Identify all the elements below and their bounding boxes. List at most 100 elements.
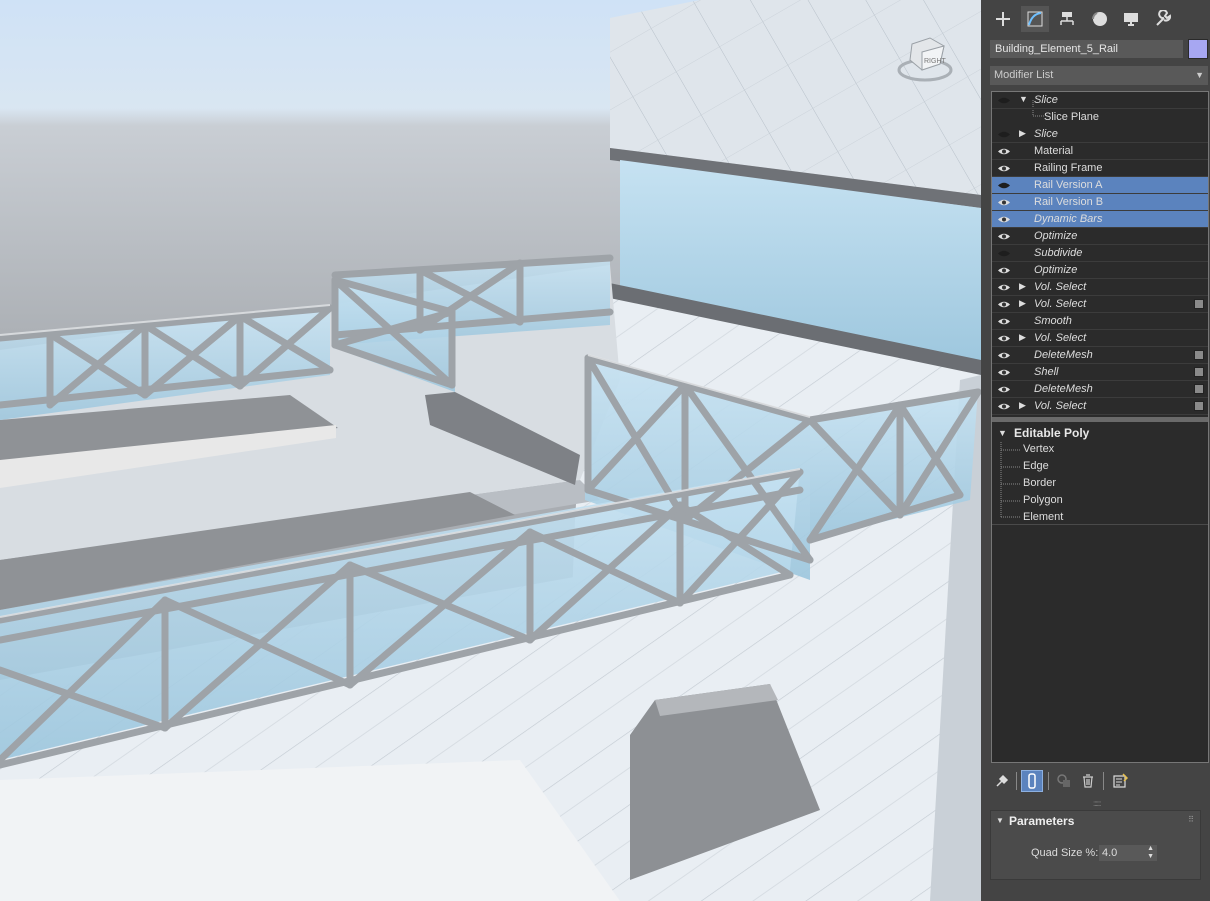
expand-open-icon[interactable]: ▼ — [998, 428, 1007, 438]
eye-off-icon[interactable] — [997, 249, 1011, 257]
eye-icon[interactable] — [997, 300, 1011, 308]
subobject-edge[interactable]: Edge — [1023, 460, 1049, 472]
modifier-row[interactable]: Rail Version A — [992, 177, 1208, 194]
modifier-row[interactable]: Dynamic Bars — [992, 211, 1208, 228]
trash-icon — [1083, 774, 1093, 788]
expand-open-icon[interactable]: ▼ — [1019, 94, 1028, 104]
modifier-row[interactable]: Shell — [992, 364, 1208, 381]
expand-closed-icon[interactable]: ▶ — [1019, 281, 1026, 292]
spinner-arrows-icon[interactable]: ▲ ▼ — [1147, 845, 1154, 861]
eye-icon[interactable] — [997, 385, 1011, 393]
modifier-label: Railing Frame — [1034, 162, 1103, 174]
eye-icon[interactable] — [997, 283, 1011, 291]
eye-icon[interactable] — [997, 164, 1011, 172]
expand-closed-icon[interactable]: ▶ — [1019, 400, 1026, 411]
modifier-row[interactable]: Optimize — [992, 262, 1208, 279]
modifier-row[interactable]: Smooth — [992, 313, 1208, 330]
eye-icon[interactable] — [997, 215, 1011, 223]
modifier-label: Material — [1034, 145, 1074, 157]
subobject-border[interactable]: Border — [1023, 477, 1056, 489]
modifier-row[interactable]: ▼ Slice — [992, 92, 1208, 109]
remove-modifier-button[interactable] — [1077, 770, 1099, 792]
viewcube-right-label: RIGHT — [924, 58, 947, 65]
eye-icon[interactable] — [997, 402, 1011, 410]
toolbar-separator — [1016, 772, 1017, 790]
modifier-row[interactable]: DeleteMesh — [992, 381, 1208, 398]
tab-utilities[interactable] — [1149, 6, 1177, 32]
eye-icon[interactable] — [997, 147, 1011, 155]
tab-hierarchy[interactable] — [1053, 6, 1081, 32]
quad-size-spinner[interactable]: 4.0 ▲ ▼ — [1099, 845, 1157, 861]
modifier-row[interactable]: Material — [992, 143, 1208, 160]
tab-modify[interactable] — [1021, 6, 1049, 32]
eye-icon[interactable] — [997, 266, 1011, 274]
tab-display[interactable] — [1117, 6, 1145, 32]
eye-icon[interactable] — [997, 232, 1011, 240]
modifier-list-dropdown[interactable]: Modifier List ▼ — [990, 66, 1208, 85]
modify-curve-icon — [1027, 11, 1043, 27]
configure-modifier-sets-button[interactable] — [1109, 770, 1131, 792]
modifier-row[interactable]: ▶ Vol. Select — [992, 330, 1208, 347]
modifier-row[interactable]: ▶ Vol. Select — [992, 279, 1208, 296]
modifier-row[interactable]: Optimize — [992, 228, 1208, 245]
modifier-row[interactable]: ▶ Vol. Select — [992, 398, 1208, 415]
rollout-grip-icon[interactable]: ⠿ — [1188, 815, 1194, 824]
eye-icon[interactable] — [997, 198, 1011, 206]
editable-poly-item[interactable]: Editable Poly — [1014, 426, 1089, 440]
modifier-state-square-icon[interactable] — [1194, 367, 1204, 377]
toolbar-separator — [1048, 772, 1049, 790]
modifier-list-label: Modifier List — [994, 69, 1054, 81]
modifier-label: Rail Version B — [1034, 196, 1104, 208]
slice-plane-subobject[interactable]: Slice Plane — [1044, 111, 1099, 123]
display-monitor-icon — [1124, 13, 1138, 26]
object-name-field[interactable]: Building_Element_5_Rail — [990, 40, 1183, 58]
pin-icon — [996, 774, 1009, 787]
object-color-swatch[interactable] — [1188, 39, 1208, 59]
viewport-3d[interactable]: RIGHT — [0, 0, 981, 901]
eye-off-icon[interactable] — [997, 181, 1011, 189]
parameters-rollout: ▼ Parameters ⠿ Quad Size %: 4.0 ▲ ▼ — [990, 810, 1201, 880]
parameters-title[interactable]: Parameters — [1009, 814, 1074, 828]
motion-circle-icon — [1092, 12, 1107, 26]
show-end-result-button[interactable] — [1021, 770, 1043, 792]
modifier-label: Slice — [1034, 128, 1058, 140]
command-panel-tabs — [981, 0, 1210, 36]
eye-icon[interactable] — [997, 317, 1011, 325]
eye-icon[interactable] — [997, 368, 1011, 376]
viewcube[interactable]: RIGHT — [890, 30, 960, 90]
modifier-label: Smooth — [1034, 315, 1072, 327]
modifier-row[interactable]: ▶ Vol. Select — [992, 296, 1208, 313]
modifier-row[interactable]: Railing Frame — [992, 160, 1208, 177]
rollout-collapse-icon[interactable]: ▼ — [996, 816, 1004, 825]
subobject-element[interactable]: Element — [1023, 511, 1063, 523]
quad-size-value: 4.0 — [1102, 847, 1118, 859]
make-unique-icon — [1057, 774, 1070, 787]
subobject-polygon[interactable]: Polygon — [1023, 494, 1063, 506]
eye-icon[interactable] — [997, 334, 1011, 342]
modifier-row[interactable]: Rail Version B — [992, 194, 1208, 211]
make-unique-button[interactable] — [1053, 770, 1075, 792]
eye-off-icon[interactable] — [997, 96, 1011, 104]
expand-closed-icon[interactable]: ▶ — [1019, 332, 1026, 343]
modifier-row[interactable]: ▶ Slice — [992, 126, 1208, 143]
modifier-row[interactable]: DeleteMesh — [992, 347, 1208, 364]
wrench-icon — [1156, 10, 1172, 26]
modifier-state-square-icon[interactable] — [1194, 384, 1204, 394]
expand-closed-icon[interactable]: ▶ — [1019, 128, 1026, 139]
scene-render[interactable] — [0, 0, 981, 901]
modifier-state-square-icon[interactable] — [1194, 299, 1204, 309]
eye-icon[interactable] — [997, 351, 1011, 359]
modifier-stack[interactable]: Slice Plane ▼ Editable Poly Vertex Edge … — [991, 91, 1209, 763]
resize-handle[interactable]: :::::: — [1093, 799, 1101, 808]
eye-off-icon[interactable] — [997, 130, 1011, 138]
modifier-state-square-icon[interactable] — [1194, 350, 1204, 360]
modifier-row[interactable]: Subdivide — [992, 245, 1208, 262]
chevron-down-icon: ▼ — [1195, 70, 1204, 80]
subobject-vertex[interactable]: Vertex — [1023, 443, 1054, 455]
modifier-label: DeleteMesh — [1034, 383, 1093, 395]
tab-create[interactable] — [989, 6, 1017, 32]
modifier-state-square-icon[interactable] — [1194, 401, 1204, 411]
pin-stack-button[interactable] — [991, 770, 1013, 792]
expand-closed-icon[interactable]: ▶ — [1019, 298, 1026, 309]
tab-motion[interactable] — [1085, 6, 1113, 32]
